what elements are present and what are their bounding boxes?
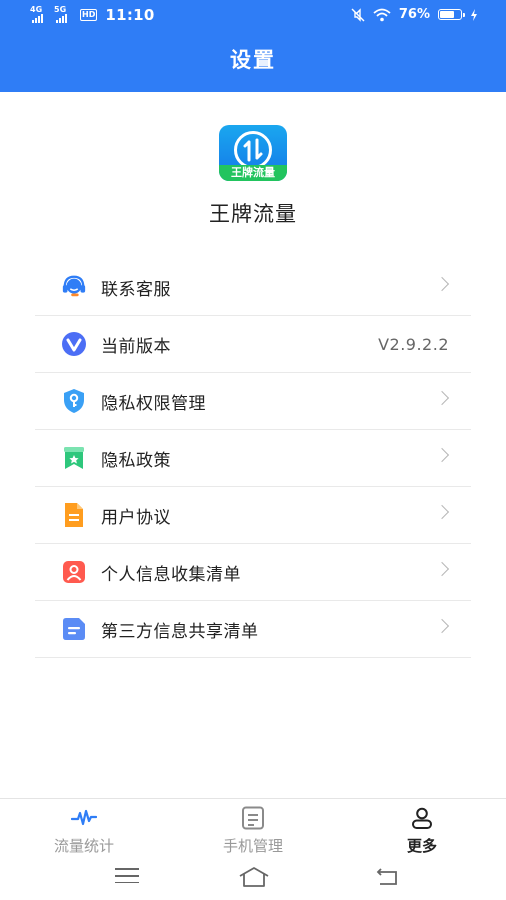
menu-item-label: 隐私政策 xyxy=(101,450,171,471)
status-bar: 4G 5G HD 11:10 76% xyxy=(0,0,506,32)
menu-icon[interactable] xyxy=(115,868,139,888)
tab-label: 流量统计 xyxy=(53,837,114,855)
headset-icon xyxy=(61,274,87,300)
chevron-right-icon xyxy=(434,447,450,463)
battery-percent: 76% xyxy=(398,7,430,22)
person-card-icon xyxy=(61,559,87,585)
chevron-right-icon xyxy=(434,504,450,520)
tab-phone-management[interactable]: 手机管理 xyxy=(193,805,313,856)
chevron-right-icon xyxy=(434,618,450,634)
menu-item-current-version[interactable]: 当前版本 V2.9.2.2 xyxy=(35,316,471,373)
bookmark-star-icon xyxy=(61,445,87,471)
back-icon[interactable] xyxy=(374,866,400,888)
status-left: 4G 5G HD 11:10 xyxy=(30,5,155,24)
tab-more[interactable]: 更多 xyxy=(362,805,482,856)
battery-fill xyxy=(440,11,454,18)
menu-item-label: 当前版本 xyxy=(101,336,171,357)
status-right: 76% xyxy=(351,7,478,22)
signal-5g-icon: 5G xyxy=(54,5,74,23)
shield-key-icon xyxy=(61,388,87,414)
tab-traffic-stats[interactable]: 流量统计 xyxy=(24,805,144,856)
clipboard-icon xyxy=(193,805,313,831)
chevron-right-icon xyxy=(434,561,450,577)
menu-item-privacy-permissions[interactable]: 隐私权限管理 xyxy=(35,373,471,430)
page-title: 设置 xyxy=(230,48,276,72)
app-name: 王牌流量 xyxy=(209,202,297,226)
mute-icon xyxy=(351,7,365,22)
chevron-right-icon xyxy=(434,390,450,406)
menu-item-contact-service[interactable]: 联系客服 xyxy=(35,259,471,316)
home-icon[interactable] xyxy=(238,866,270,888)
chevron-right-icon xyxy=(434,276,450,292)
menu-item-user-agreement[interactable]: 用户协议 xyxy=(35,487,471,544)
top-bar: 4G 5G HD 11:10 76% 设置 xyxy=(0,0,506,92)
user-icon xyxy=(362,805,482,831)
menu-item-personal-info-list[interactable]: 个人信息收集清单 xyxy=(35,544,471,601)
system-nav-bar xyxy=(0,858,506,900)
battery-icon xyxy=(438,9,465,20)
logo-text: 王牌流量 xyxy=(219,165,287,181)
wifi-icon xyxy=(373,8,391,21)
arrows-updown-icon xyxy=(243,138,263,162)
menu-item-label: 个人信息收集清单 xyxy=(101,564,241,585)
version-icon xyxy=(61,331,87,357)
tab-label: 更多 xyxy=(406,837,437,855)
document-icon xyxy=(61,502,87,528)
menu-item-privacy-policy[interactable]: 隐私政策 xyxy=(35,430,471,487)
menu-item-label: 第三方信息共享清单 xyxy=(101,621,259,642)
clock: 11:10 xyxy=(105,6,155,24)
menu-item-label: 用户协议 xyxy=(101,507,171,528)
menu-item-label: 隐私权限管理 xyxy=(101,393,206,414)
settings-list: 联系客服 当前版本 V2.9.2.2 隐私权限管理 隐私政策 用户协议 个人信息… xyxy=(35,259,471,658)
list-doc-icon xyxy=(61,616,87,642)
charging-icon xyxy=(471,8,477,21)
pulse-icon xyxy=(24,805,144,831)
hd-badge: HD xyxy=(80,9,98,21)
app-logo: 王牌流量 xyxy=(219,125,287,181)
menu-item-label: 联系客服 xyxy=(101,279,171,300)
version-number: V2.9.2.2 xyxy=(378,334,449,354)
bottom-tab-bar: 流量统计 手机管理 更多 xyxy=(0,798,506,859)
signal-4g-icon: 4G xyxy=(30,5,50,23)
tab-label: 手机管理 xyxy=(222,837,283,855)
menu-item-third-party-sharing-list[interactable]: 第三方信息共享清单 xyxy=(35,601,471,658)
